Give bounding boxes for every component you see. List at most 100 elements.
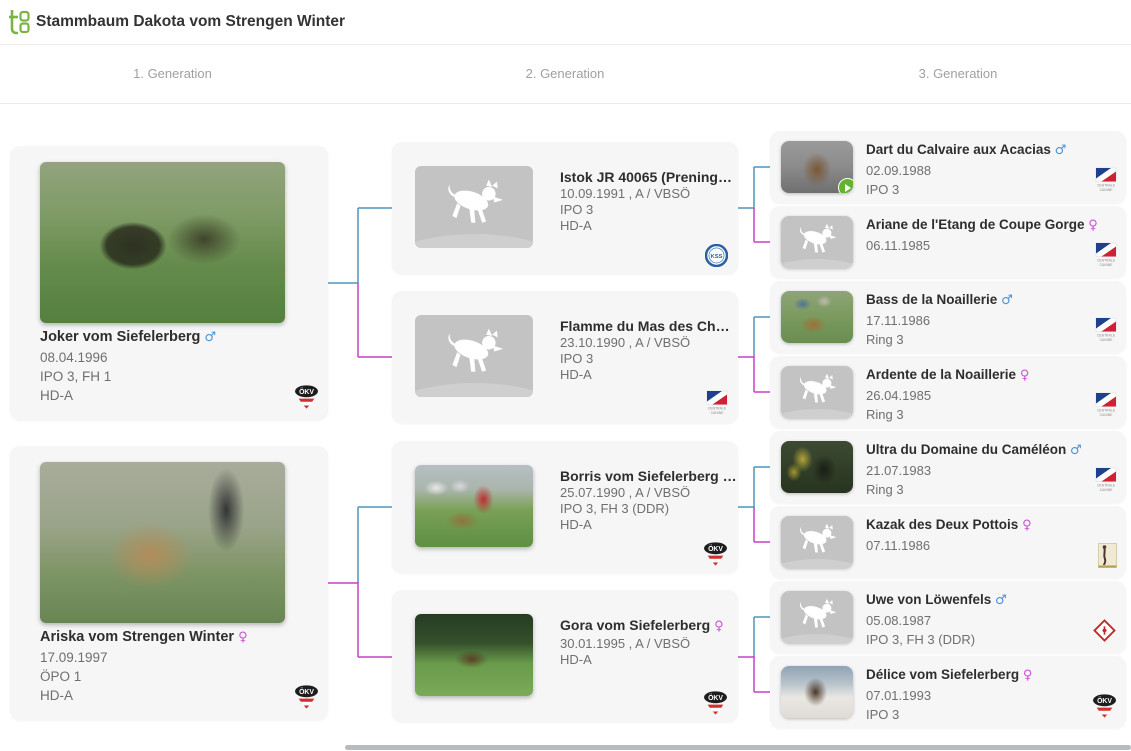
dog-titles: IPO 3, FH 3 (DDR)	[560, 501, 670, 516]
dog-dob: 10.09.1991 , A / VBSÖ	[560, 186, 691, 201]
oekv-badge-icon: ÖKV	[295, 685, 318, 709]
dog-titles: IPO 3	[866, 182, 900, 197]
male-icon: ♂	[1070, 443, 1082, 458]
dog-photo[interactable]	[415, 614, 533, 696]
dog-name[interactable]: Ariska vom Strengen Winter ♀	[40, 627, 248, 648]
kss-badge-icon: KSS	[705, 244, 728, 267]
centrale-canine-badge-icon: CENTRALE CANINE	[1095, 167, 1117, 192]
dog-name[interactable]: Gora vom Siefelerberg ♀	[560, 616, 724, 636]
dog-titles: IPO 3	[560, 351, 594, 366]
dog-titles: IPO 3, FH 3 (DDR)	[866, 632, 976, 647]
dog-dob: 07.01.1993	[866, 688, 932, 703]
dog-dob: 17.09.1997	[40, 650, 108, 665]
jumping-dog-icon	[799, 223, 837, 253]
dog-card-ariska[interactable]: Ariska vom Strengen Winter ♀ 17.09.1997 …	[10, 446, 328, 720]
dog-name[interactable]: Ariane de l'Etang de Coupe Gorge ♀	[866, 215, 1098, 236]
dog-card-borris[interactable]: Borris vom Siefelerberg … 25.07.1990 , A…	[392, 441, 738, 573]
dog-titles: IPO 3	[866, 707, 900, 722]
dog-name[interactable]: Délice vom Siefelerberg ♀	[866, 665, 1032, 686]
oekv-badge-icon: ÖKV	[1093, 694, 1116, 718]
dog-dob: 25.07.1990 , A / VBSÖ	[560, 485, 691, 500]
svg-text:ÖKV: ÖKV	[299, 687, 314, 696]
dog-card-ultra[interactable]: Ultra du Domaine du Caméléon ♂ 21.07.198…	[770, 431, 1126, 503]
dog-health: HD-A	[40, 688, 73, 703]
dog-card-ardente[interactable]: Ardente de la Noaillerie ♀ 26.04.1985 Ri…	[770, 356, 1126, 428]
pedigree-page: Stammbaum Dakota vom Strengen Winter 1. …	[0, 0, 1131, 751]
dog-titles: Ring 3	[866, 482, 904, 497]
svg-text:CANINE: CANINE	[1100, 413, 1114, 417]
dog-titles: Ring 3	[866, 407, 904, 422]
dog-photo[interactable]	[781, 141, 853, 193]
dog-card-ariane[interactable]: Ariane de l'Etang de Coupe Gorge ♀ 06.11…	[770, 206, 1126, 278]
female-icon: ♀	[238, 630, 248, 645]
dog-titles: IPO 3	[560, 202, 594, 217]
dog-dob: 05.08.1987	[866, 613, 932, 628]
svg-text:KSS: KSS	[710, 254, 722, 260]
svg-text:ÖKV: ÖKV	[1097, 696, 1112, 705]
dog-dob: 23.10.1990 , A / VBSÖ	[560, 335, 691, 350]
female-icon: ♀	[714, 619, 724, 634]
dog-name[interactable]: Istok JR 40065 (Prening…	[560, 168, 732, 186]
dog-name[interactable]: Kazak des Deux Pottois ♀	[866, 515, 1032, 536]
dog-card-joker[interactable]: Joker vom Siefelerberg ♂ 08.04.1996 IPO …	[10, 146, 328, 420]
jumping-dog-icon	[799, 373, 837, 403]
horizontal-scrollbar-thumb[interactable]	[345, 745, 1131, 750]
dog-name[interactable]: Uwe von Löwenfels ♂	[866, 590, 1007, 611]
female-icon: ♀	[1088, 218, 1098, 233]
oekv-badge-icon: ÖKV	[295, 385, 318, 409]
dog-name[interactable]: Flamme du Mas des Ch…	[560, 317, 730, 335]
dog-dob: 06.11.1985	[866, 238, 931, 253]
dog-photo-placeholder	[781, 366, 853, 418]
dog-card-bass[interactable]: Bass de la Noaillerie ♂ 17.11.1986 Ring …	[770, 281, 1126, 353]
dog-photo-placeholder	[781, 216, 853, 268]
dog-card-kazak[interactable]: Kazak des Deux Pottois ♀ 07.11.1986	[770, 506, 1126, 578]
oekv-badge-icon: ÖKV	[704, 542, 727, 566]
dog-name[interactable]: Joker vom Siefelerberg ♂	[40, 327, 216, 348]
dog-dob: 02.09.1988	[866, 163, 932, 178]
dog-photo-placeholder	[781, 591, 853, 643]
svg-text:CANINE: CANINE	[1100, 263, 1114, 267]
dog-dob: 17.11.1986	[866, 313, 931, 328]
svg-text:ÖKV: ÖKV	[299, 387, 314, 396]
dog-name[interactable]: Ardente de la Noaillerie ♀	[866, 365, 1029, 386]
dog-health: HD-A	[560, 218, 592, 233]
centrale-canine-badge-icon: CENTRALE CANINE	[1095, 392, 1117, 417]
dog-card-gora[interactable]: Gora vom Siefelerberg ♀ 30.01.1995 , A /…	[392, 590, 738, 722]
dog-photo[interactable]	[781, 291, 853, 343]
female-icon: ♀	[1022, 518, 1032, 533]
dog-photo[interactable]	[781, 441, 853, 493]
video-play-icon[interactable]	[838, 178, 853, 193]
centrale-canine-badge-icon: CENTRALE CANINE	[1095, 242, 1117, 267]
dog-titles: Ring 3	[866, 332, 904, 347]
dog-card-uwe[interactable]: Uwe von Löwenfels ♂ 05.08.1987 IPO 3, FH…	[770, 581, 1126, 653]
dog-name[interactable]: Borris vom Siefelerberg …	[560, 467, 737, 485]
svg-text:CANINE: CANINE	[1100, 188, 1114, 192]
dog-photo[interactable]	[40, 462, 285, 623]
dog-photo-placeholder	[415, 166, 533, 248]
dog-card-dart[interactable]: Dart du Calvaire aux Acacias ♂ 02.09.198…	[770, 131, 1126, 203]
dog-photo[interactable]	[781, 666, 853, 718]
jumping-dog-icon	[448, 328, 504, 372]
dog-name[interactable]: Dart du Calvaire aux Acacias ♂	[866, 140, 1066, 161]
female-icon: ♀	[1019, 368, 1030, 383]
jumping-dog-icon	[448, 179, 504, 223]
dog-photo[interactable]	[40, 162, 285, 323]
dog-dob: 21.07.1983	[866, 463, 932, 478]
male-icon: ♂	[1001, 293, 1013, 308]
dog-card-flamme[interactable]: Flamme du Mas des Ch… 23.10.1990 , A / V…	[392, 291, 738, 423]
dog-name[interactable]: Bass de la Noaillerie ♂	[866, 290, 1013, 311]
male-icon: ♂	[1054, 143, 1067, 158]
dog-dob: 07.11.1986	[866, 538, 931, 553]
dog-photo-placeholder	[415, 315, 533, 397]
dog-titles: IPO 3, FH 1	[40, 369, 112, 384]
dog-card-delice[interactable]: Délice vom Siefelerberg ♀ 07.01.1993 IPO…	[770, 656, 1126, 728]
dog-dob: 08.04.1996	[40, 350, 108, 365]
male-icon: ♂	[995, 593, 1007, 608]
dog-photo[interactable]	[415, 465, 533, 547]
dog-name[interactable]: Ultra du Domaine du Caméléon ♂	[866, 440, 1082, 461]
dog-card-istok[interactable]: Istok JR 40065 (Prening… 10.09.1991 , A …	[392, 142, 738, 274]
dog-dob: 30.01.1995 , A / VBSÖ	[560, 636, 691, 651]
dog-dob: 26.04.1985	[866, 388, 932, 403]
oekv-badge-icon: ÖKV	[704, 691, 727, 715]
dog-health: HD-A	[560, 517, 592, 532]
